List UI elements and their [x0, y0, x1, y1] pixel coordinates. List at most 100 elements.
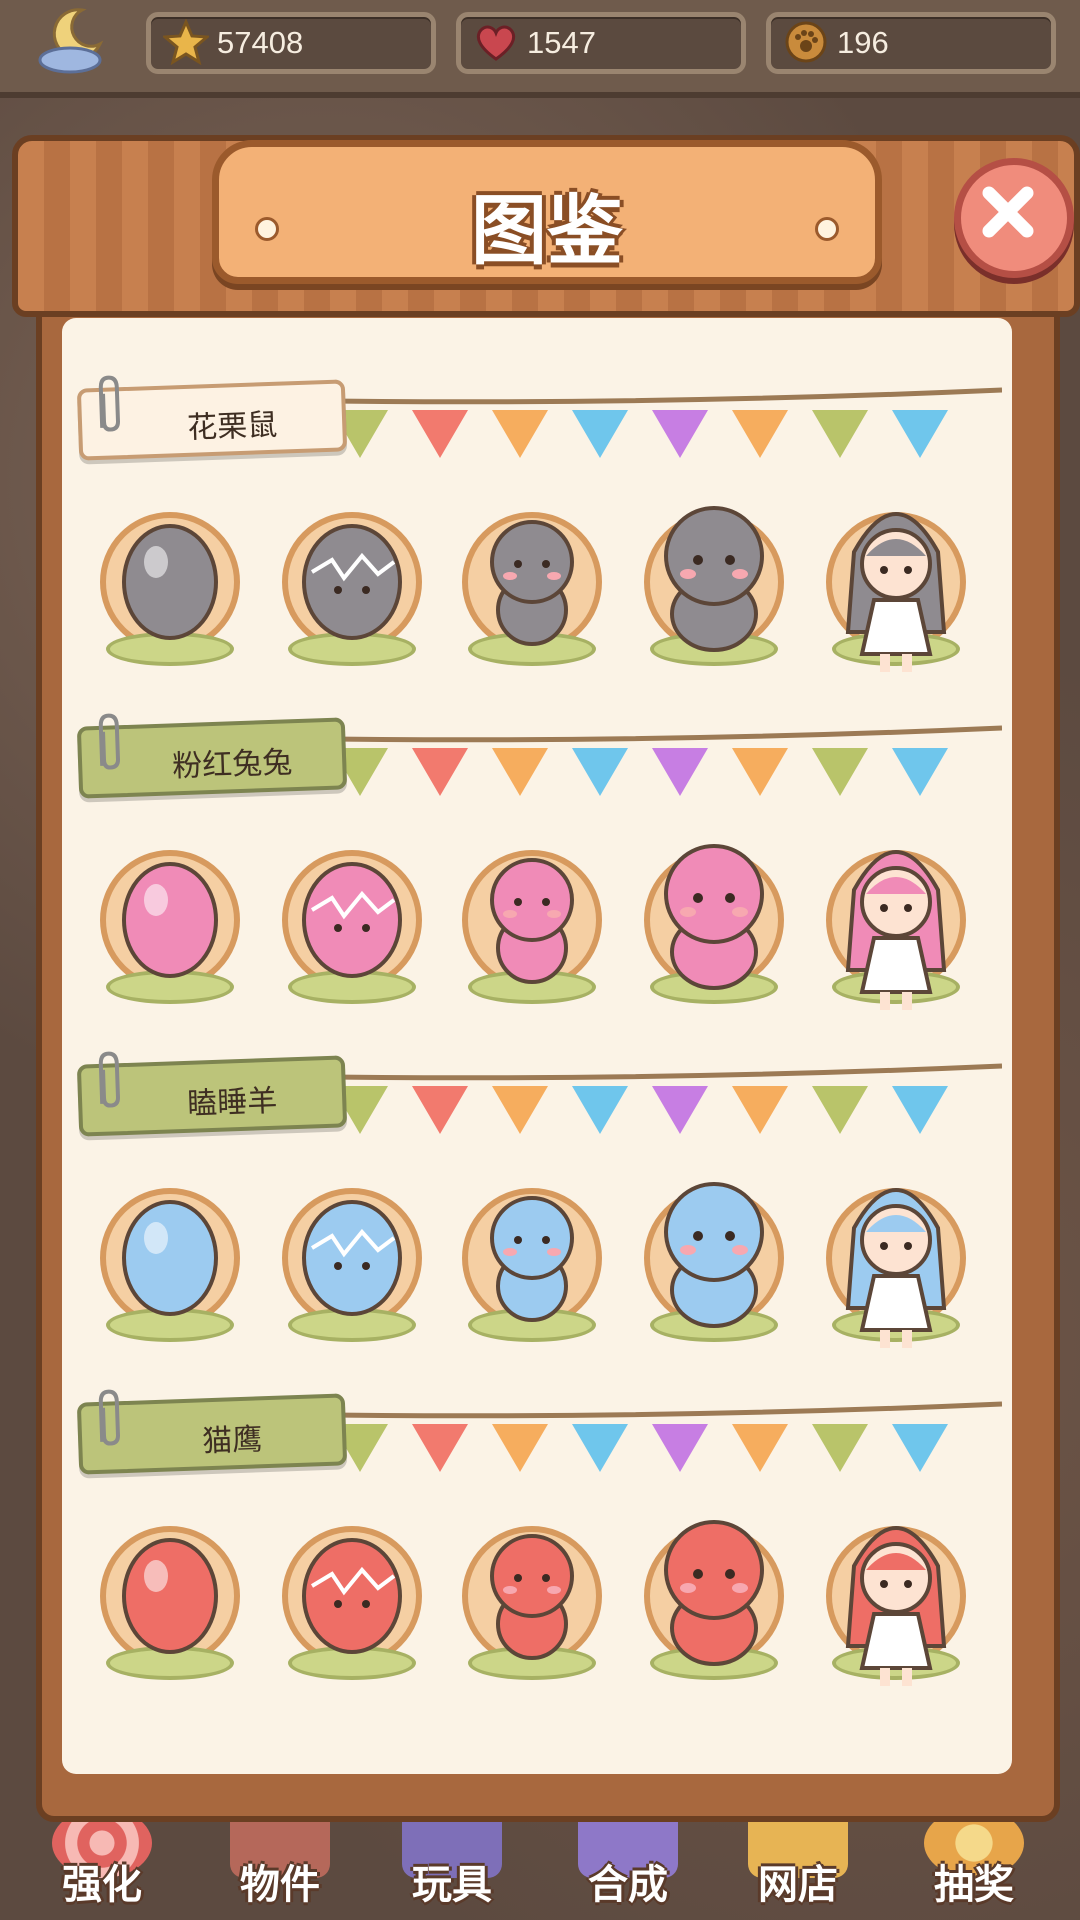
collection-label-tag: 瞌睡羊 — [76, 1051, 348, 1137]
pet-egg-icon — [122, 862, 218, 978]
nav-label: 强化 — [62, 1862, 142, 1908]
coins-counter: 196 — [766, 12, 1056, 74]
collection-label-tag: 花栗鼠 — [76, 375, 348, 461]
collection-section: 花栗鼠 — [62, 372, 1012, 692]
bunting-flag — [732, 1086, 788, 1134]
pet-baby-icon — [490, 520, 574, 646]
pet-girl-icon — [845, 1526, 947, 1686]
bunting-flag — [652, 1086, 708, 1134]
bunting-flag — [412, 748, 468, 796]
collection-label-tag: 猫鹰 — [76, 1389, 348, 1475]
bunting-flag — [492, 748, 548, 796]
pet-hatching-icon — [302, 862, 402, 978]
nav-shop-button[interactable]: 网店 — [718, 1808, 878, 1920]
nav-label: 物件 — [240, 1862, 320, 1908]
pet-egg-icon — [122, 1538, 218, 1654]
nav-items-button[interactable]: 物件 — [200, 1808, 360, 1920]
pet-stage-baby[interactable] — [462, 1158, 602, 1358]
pet-adult-icon — [664, 1182, 764, 1328]
pet-stage-baby[interactable] — [462, 1496, 602, 1696]
pet-adult-icon — [664, 506, 764, 652]
hearts-counter: 1547 — [456, 12, 746, 74]
nav-label: 抽奖 — [934, 1862, 1014, 1908]
bunting-flag — [892, 748, 948, 796]
pet-baby-icon — [490, 1534, 574, 1660]
bunting-flag — [572, 748, 628, 796]
pet-stage-egg[interactable] — [100, 482, 240, 682]
nav-merge-button[interactable]: 合成 — [548, 1808, 708, 1920]
bunting-flag — [812, 748, 868, 796]
bunting-flag — [572, 410, 628, 458]
bunting-flag — [812, 1424, 868, 1472]
resource-bar: 57408 1547 196 — [0, 0, 1080, 98]
pet-adult-icon — [664, 1520, 764, 1666]
bunting-flag — [572, 1424, 628, 1472]
collection-section: 粉红兔兔 — [62, 710, 1012, 1030]
pet-girl-icon — [845, 1188, 947, 1348]
collection-name: 猫鹰 — [201, 1422, 263, 1460]
close-icon — [982, 186, 1034, 238]
nav-toys-button[interactable]: 玩具 — [372, 1808, 532, 1920]
star-icon — [163, 19, 209, 65]
bunting-flag — [412, 1086, 468, 1134]
nav-label: 玩具 — [412, 1862, 492, 1908]
nav-enhance-button[interactable]: 强化 — [22, 1808, 182, 1920]
stars-value: 57408 — [217, 25, 304, 60]
pet-stage-girl[interactable] — [826, 820, 966, 1020]
bunting-flag — [492, 1424, 548, 1472]
title-plate: 图鉴 — [212, 140, 882, 284]
bunting-flag — [812, 1086, 868, 1134]
paw-coin-icon — [785, 21, 827, 63]
pet-stage-hatching[interactable] — [282, 482, 422, 682]
nav-lottery-button[interactable]: 抽奖 — [894, 1808, 1054, 1920]
pet-stage-girl[interactable] — [826, 1158, 966, 1358]
pet-hatching-icon — [302, 1200, 402, 1316]
pet-stage-adult[interactable] — [644, 1496, 784, 1696]
pet-stage-hatching[interactable] — [282, 820, 422, 1020]
pet-stage-baby[interactable] — [462, 820, 602, 1020]
pet-stage-adult[interactable] — [644, 482, 784, 682]
moon-cloud-icon[interactable] — [30, 4, 120, 76]
pet-girl-icon — [845, 512, 947, 672]
stars-counter: 57408 — [146, 12, 436, 74]
bunting-flag — [892, 1424, 948, 1472]
hearts-value: 1547 — [527, 25, 596, 60]
bunting-flag — [652, 410, 708, 458]
nav-label: 网店 — [758, 1862, 838, 1908]
bunting-flag — [732, 410, 788, 458]
collection-label-tag: 粉红兔兔 — [76, 713, 348, 799]
pet-stage-baby[interactable] — [462, 482, 602, 682]
pet-stage-girl[interactable] — [826, 482, 966, 682]
bunting-flag — [652, 748, 708, 796]
pet-egg-icon — [122, 1200, 218, 1316]
pet-stage-egg[interactable] — [100, 1158, 240, 1358]
pet-stage-egg[interactable] — [100, 1496, 240, 1696]
pet-hatching-icon — [302, 524, 402, 640]
pet-stage-hatching[interactable] — [282, 1158, 422, 1358]
collection-section: 猫鹰 — [62, 1386, 1012, 1706]
close-button[interactable] — [954, 158, 1074, 278]
pet-stage-adult[interactable] — [644, 1158, 784, 1358]
bunting-flag — [412, 1424, 468, 1472]
bunting-flag — [812, 410, 868, 458]
pet-stage-egg[interactable] — [100, 820, 240, 1020]
nav-label: 合成 — [588, 1862, 668, 1908]
pet-baby-icon — [490, 858, 574, 984]
bunting-flag — [732, 1424, 788, 1472]
pet-adult-icon — [664, 844, 764, 990]
bunting-flag — [492, 410, 548, 458]
pet-girl-icon — [845, 850, 947, 1010]
collection-name: 花栗鼠 — [186, 407, 278, 446]
bunting-flag — [572, 1086, 628, 1134]
pet-stage-girl[interactable] — [826, 1496, 966, 1696]
bunting-flag — [412, 410, 468, 458]
bottom-nav: 强化 物件 玩具 合成 网店 抽奖 — [0, 1808, 1080, 1920]
collection-section: 瞌睡羊 — [62, 1048, 1012, 1368]
bunting-flag — [492, 1086, 548, 1134]
pet-stage-hatching[interactable] — [282, 1496, 422, 1696]
collection-name: 瞌睡羊 — [186, 1083, 278, 1122]
pet-stage-adult[interactable] — [644, 820, 784, 1020]
pet-baby-icon — [490, 1196, 574, 1322]
heart-icon — [476, 25, 516, 61]
panel-title: 图鉴 — [471, 186, 623, 275]
